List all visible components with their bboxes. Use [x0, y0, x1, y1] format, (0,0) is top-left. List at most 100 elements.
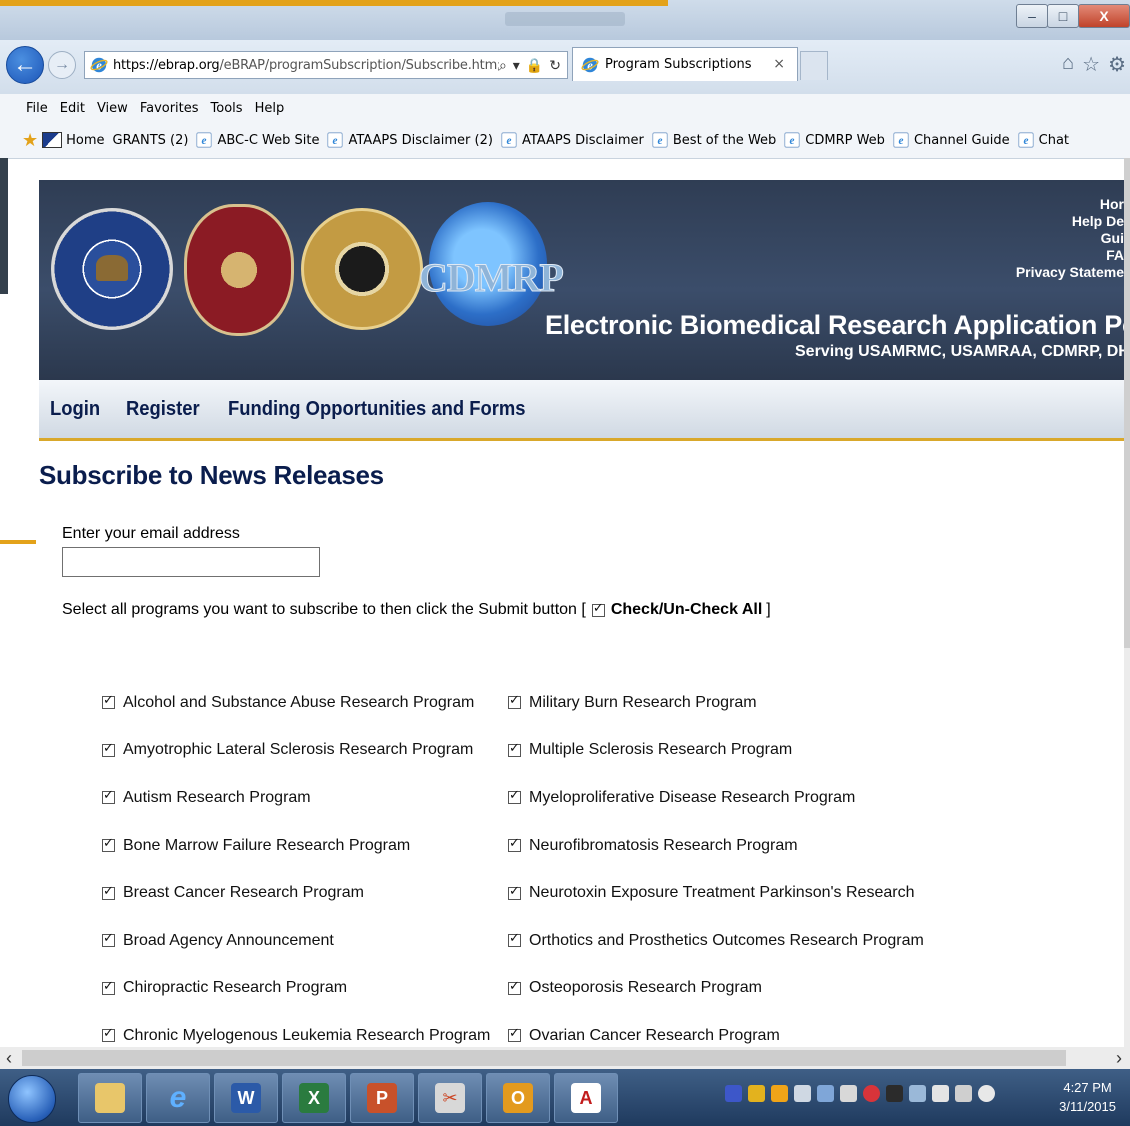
menu-edit[interactable]: Edit: [60, 101, 85, 116]
menu-file[interactable]: File: [26, 101, 48, 116]
program-item: Bone Marrow Failure Research Program: [102, 822, 490, 870]
horizontal-scroll-thumb[interactable]: [22, 1050, 1066, 1066]
nav-funding-opportunities[interactable]: Funding Opportunities and Forms: [228, 398, 525, 421]
program-checkbox[interactable]: [102, 835, 115, 853]
taskbar-acrobat[interactable]: A: [554, 1073, 618, 1123]
star-icon[interactable]: ☆: [1082, 52, 1100, 77]
lock-icon[interactable]: 🔒: [526, 57, 543, 74]
nav-register[interactable]: Register: [126, 398, 200, 421]
program-checkbox[interactable]: [102, 787, 115, 805]
taskbar-snipping[interactable]: ✂: [418, 1073, 482, 1123]
favorite-cdmrp-web[interactable]: e CDMRP Web: [784, 132, 885, 148]
program-checkbox[interactable]: [508, 978, 521, 995]
tray-app-icon[interactable]: [840, 1085, 857, 1102]
window-title-blur: [505, 12, 625, 26]
favorite-best-of-web[interactable]: e Best of the Web: [652, 132, 776, 148]
tray-app-icon[interactable]: [817, 1085, 834, 1102]
vertical-scrollbar[interactable]: [1124, 158, 1130, 1048]
help-desk-link[interactable]: Help De: [1016, 213, 1124, 230]
flag-icon[interactable]: [955, 1085, 972, 1102]
faq-link[interactable]: FA: [1016, 247, 1124, 264]
background-window-edge: [0, 540, 36, 544]
favorite-chat[interactable]: e Chat: [1018, 132, 1069, 148]
tray-app-icon[interactable]: [863, 1085, 880, 1102]
horizontal-scrollbar[interactable]: ‹ ›: [0, 1047, 1130, 1069]
program-checkbox[interactable]: [102, 692, 115, 710]
search-icon[interactable]: ⌕: [499, 57, 507, 74]
vertical-scroll-thumb[interactable]: [1124, 158, 1130, 648]
favorite-ataaps[interactable]: e ATAAPS Disclaimer: [501, 132, 644, 148]
program-label: Neurotoxin Exposure Treatment Parkinson'…: [529, 884, 915, 902]
maximize-button[interactable]: □: [1047, 4, 1079, 28]
tray-app-icon[interactable]: [771, 1085, 788, 1102]
program-checkbox[interactable]: [102, 883, 115, 900]
home-link[interactable]: Hor: [1016, 196, 1124, 213]
battery-icon[interactable]: [932, 1085, 949, 1102]
back-button[interactable]: ←: [6, 46, 44, 84]
program-label: Breast Cancer Research Program: [123, 884, 364, 902]
program-item: Orthotics and Prosthetics Outcomes Resea…: [508, 917, 924, 965]
taskbar-ie[interactable]: e: [146, 1073, 210, 1123]
check-all-label[interactable]: Check/Un-Check All: [611, 601, 762, 619]
gear-icon[interactable]: ⚙: [1108, 52, 1126, 77]
program-checkbox[interactable]: [102, 930, 115, 948]
home-icon[interactable]: ⌂: [1062, 52, 1074, 77]
svg-text:e: e: [1023, 135, 1028, 147]
favorite-label: Home: [66, 132, 105, 148]
close-window-button[interactable]: X: [1078, 4, 1130, 28]
menu-view[interactable]: View: [97, 101, 128, 116]
favorites-star-icon[interactable]: ★: [22, 130, 38, 151]
forward-button[interactable]: →: [48, 51, 76, 79]
program-checkbox[interactable]: [102, 740, 115, 757]
svg-text:e: e: [790, 135, 795, 147]
tray-app-icon[interactable]: [725, 1085, 742, 1102]
favorite-label: ABC-C Web Site: [217, 132, 320, 148]
volume-icon[interactable]: [978, 1085, 995, 1102]
system-clock[interactable]: 4:27 PM 3/11/2015: [1059, 1078, 1116, 1116]
menu-favorites[interactable]: Favorites: [140, 101, 199, 116]
scroll-right-icon[interactable]: ›: [1116, 1048, 1122, 1069]
taskbar-outlook[interactable]: O: [486, 1073, 550, 1123]
taskbar-word[interactable]: W: [214, 1073, 278, 1123]
new-tab-button[interactable]: [800, 51, 828, 80]
refresh-icon[interactable]: ↻: [549, 57, 561, 74]
program-checkbox[interactable]: [508, 835, 521, 853]
program-checkbox[interactable]: [508, 883, 521, 900]
tray-app-icon[interactable]: [886, 1085, 903, 1102]
start-button[interactable]: [8, 1075, 56, 1123]
favorite-ataaps-2[interactable]: e ATAAPS Disclaimer (2): [327, 132, 493, 148]
program-checkbox[interactable]: [508, 1025, 521, 1043]
tab-program-subscriptions[interactable]: e Program Subscriptions ×: [572, 47, 798, 81]
program-checkbox[interactable]: [102, 978, 115, 995]
menu-help[interactable]: Help: [255, 101, 285, 116]
program-checkbox[interactable]: [508, 787, 521, 805]
network-icon[interactable]: [909, 1085, 926, 1102]
email-field[interactable]: [62, 547, 320, 577]
privacy-statement-link[interactable]: Privacy Stateme: [1016, 264, 1124, 281]
favorite-abc-c[interactable]: e ABC-C Web Site: [196, 132, 319, 148]
nav-login[interactable]: Login: [50, 398, 100, 421]
favorite-channel-guide[interactable]: e Channel Guide: [893, 132, 1010, 148]
background-window-edge: [0, 158, 8, 294]
program-checkbox[interactable]: [508, 692, 521, 710]
program-checkbox[interactable]: [508, 930, 521, 948]
program-checkbox[interactable]: [102, 1025, 115, 1043]
taskbar-powerpoint[interactable]: P: [350, 1073, 414, 1123]
favorite-home[interactable]: Home: [42, 132, 105, 148]
address-bar[interactable]: e https://ebrap.org/eBRAP/programSubscri…: [84, 51, 568, 79]
taskbar-explorer[interactable]: [78, 1073, 142, 1123]
dropdown-icon[interactable]: ▾: [513, 57, 520, 74]
tray-app-icon[interactable]: [794, 1085, 811, 1102]
program-checkbox[interactable]: [508, 740, 521, 757]
menu-tools[interactable]: Tools: [211, 101, 243, 116]
scroll-left-icon[interactable]: ‹: [6, 1048, 12, 1069]
taskbar-excel[interactable]: X: [282, 1073, 346, 1123]
tray-app-icon[interactable]: [748, 1085, 765, 1102]
minimize-button[interactable]: –: [1016, 4, 1048, 28]
program-label: Autism Research Program: [123, 788, 311, 806]
guide-link[interactable]: Gui: [1016, 230, 1124, 247]
clock-time: 4:27 PM: [1063, 1080, 1112, 1095]
favorite-grants[interactable]: GRANTS (2): [113, 133, 189, 148]
tab-close-button[interactable]: ×: [773, 56, 785, 72]
check-all-checkbox[interactable]: [591, 600, 605, 617]
